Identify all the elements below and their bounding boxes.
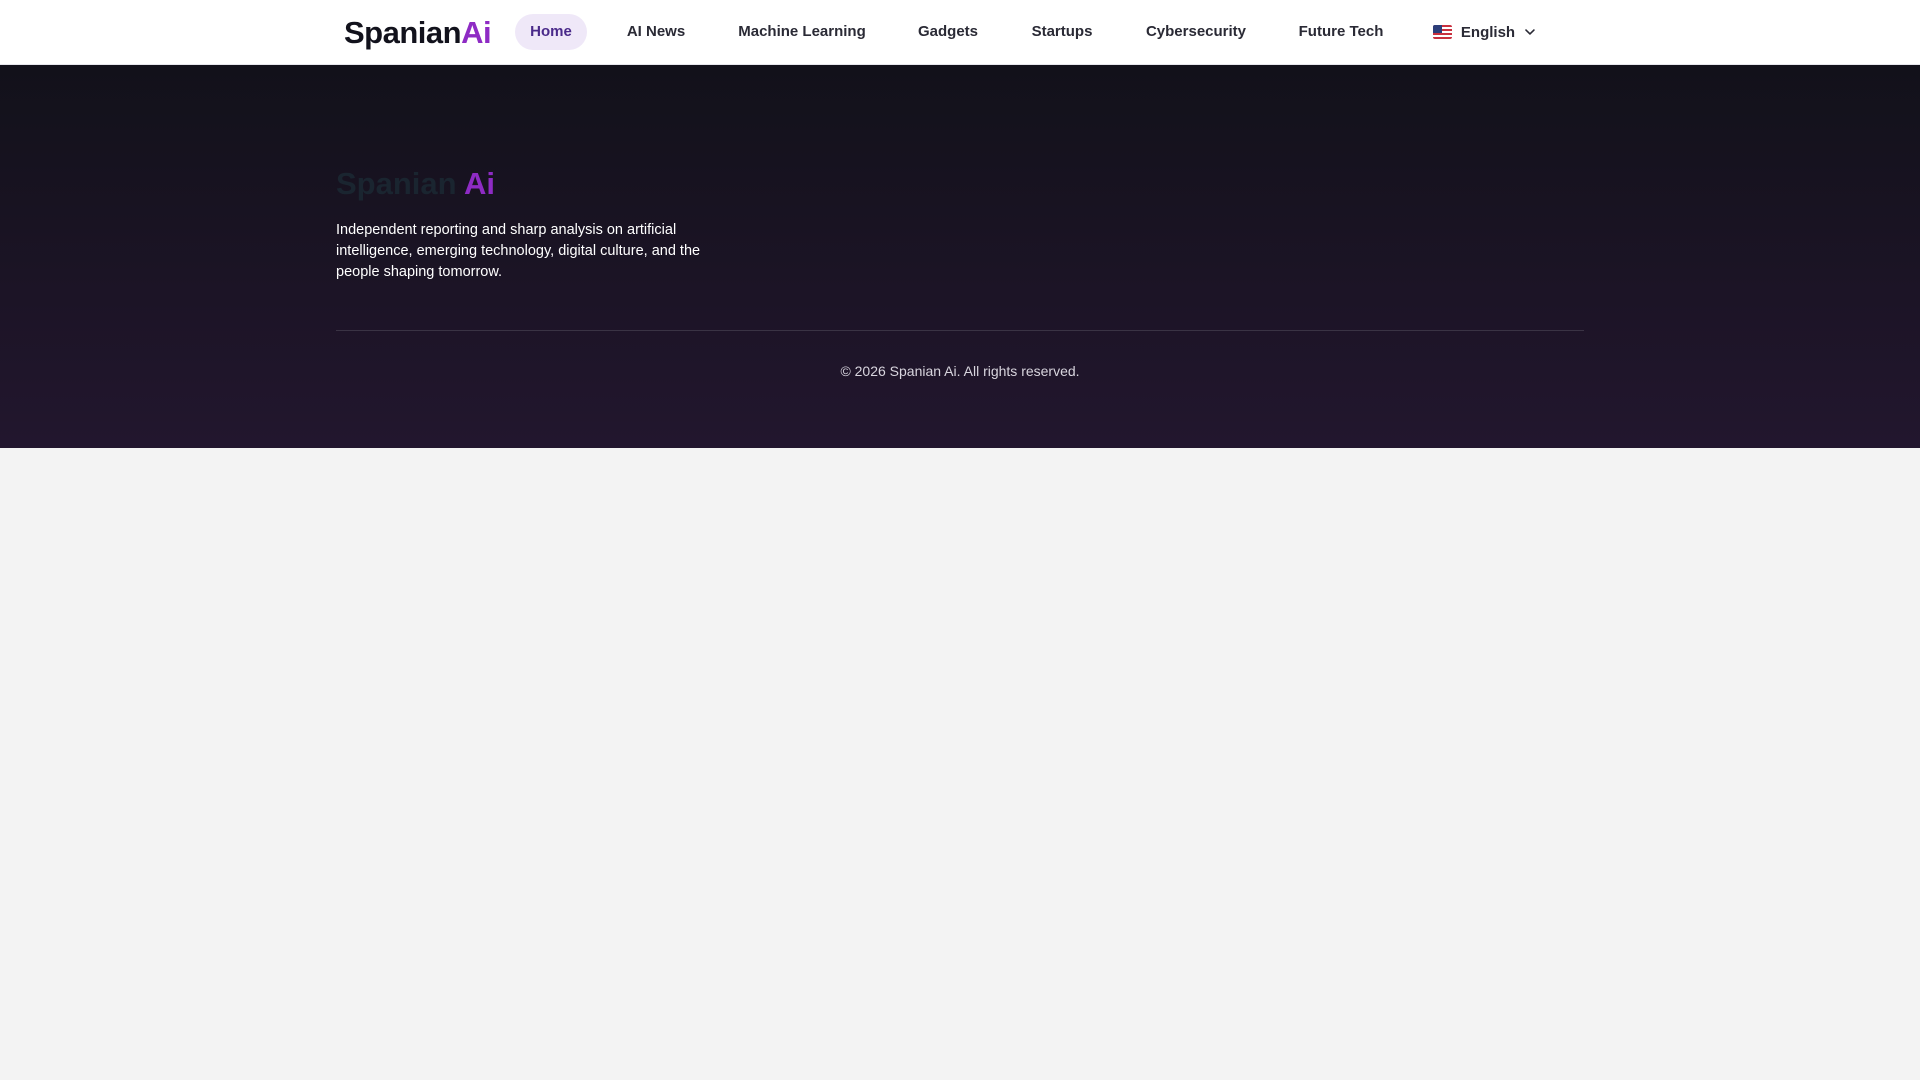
language-selector[interactable]: English (1433, 14, 1537, 50)
nav-item-home[interactable]: Home (515, 14, 587, 50)
footer-divider (336, 330, 1584, 331)
top-navigation-bar: SpanianAi Home AI News Machine Learning … (0, 0, 1920, 65)
nav-item-gadgets[interactable]: Gadgets (906, 14, 990, 50)
nav-item-ai-news[interactable]: AI News (612, 14, 700, 50)
nav-item-cybersecurity[interactable]: Cybersecurity (1136, 14, 1256, 50)
language-label: English (1460, 23, 1516, 41)
footer-logo[interactable]: Spanian Ai (336, 165, 495, 203)
logo-accent-text: Ai (461, 15, 492, 50)
copyright-text: © 2026 Spanian Ai. All rights reserved. (840, 363, 1080, 379)
nav-item-machine-learning[interactable]: Machine Learning (724, 14, 880, 50)
us-flag-icon (1433, 25, 1452, 39)
site-footer: Spanian Ai Independent reporting and sha… (0, 65, 1920, 448)
nav-item-startups[interactable]: Startups (1018, 14, 1106, 50)
nav-item-future-tech[interactable]: Future Tech (1288, 14, 1394, 50)
footer-description: Independent reporting and sharp analysis… (336, 222, 701, 280)
footer-logo-text: Spanian (336, 166, 465, 201)
chevron-down-icon (1525, 29, 1535, 35)
site-logo[interactable]: SpanianAi (344, 14, 492, 52)
footer-logo-accent-text: Ai (464, 166, 496, 201)
logo-text: Spanian (344, 15, 462, 50)
